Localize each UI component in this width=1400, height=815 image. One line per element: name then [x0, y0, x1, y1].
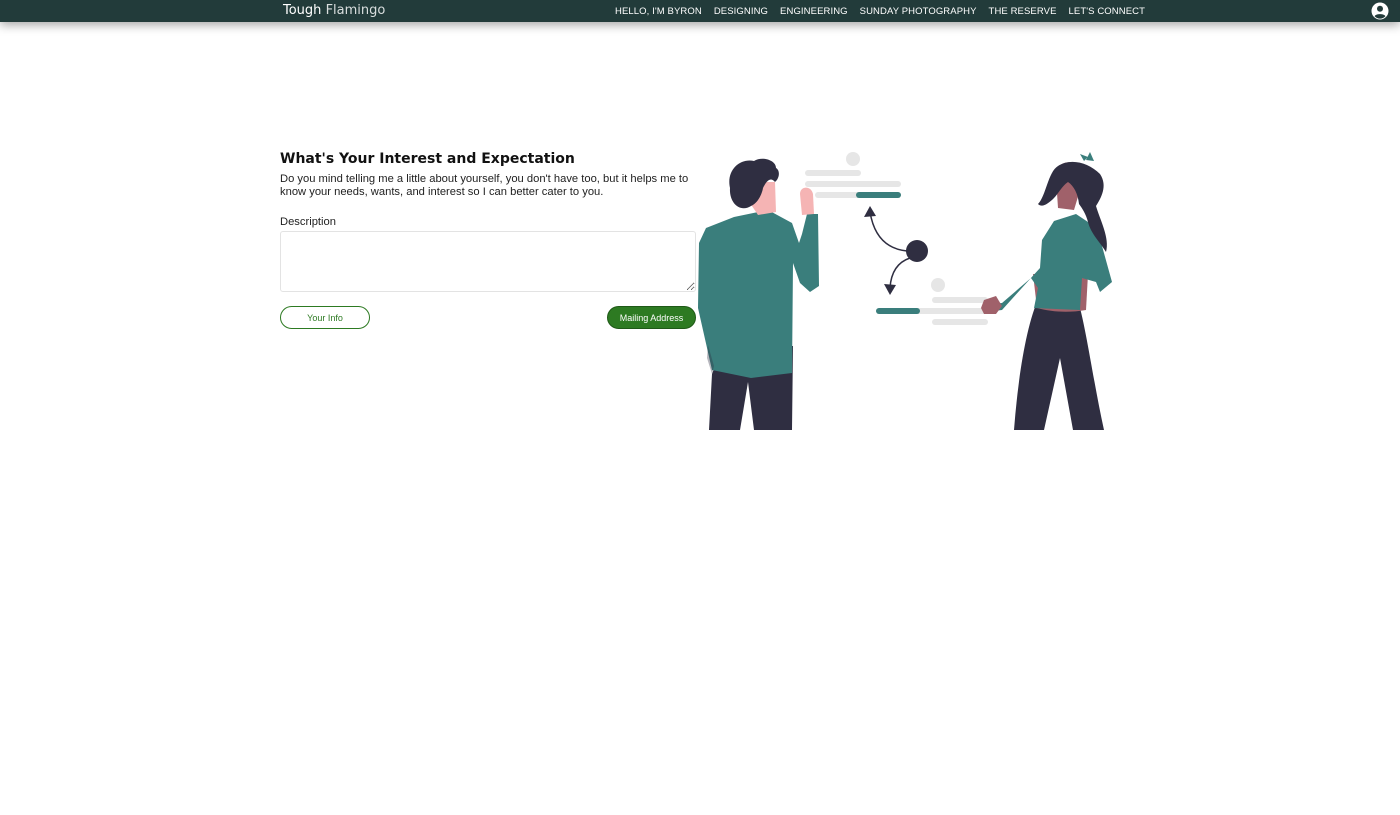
description-label: Description [280, 216, 336, 228]
mailing-address-button[interactable]: Mailing Address [607, 306, 696, 329]
top-card-graphic [805, 152, 901, 198]
nav-item-the-reserve[interactable]: THE RESERVE [989, 6, 1057, 17]
top-navbar: Tough Flamingo HELLO, I'M BYRON DESIGNIN… [0, 0, 1400, 22]
nav-item-designing[interactable]: DESIGNING [714, 6, 768, 17]
swap-arrows-graphic [864, 206, 928, 295]
form-buttons: Your Info Mailing Address [280, 306, 696, 330]
account-circle-icon[interactable] [1371, 2, 1389, 20]
brand-logo[interactable]: Tough Flamingo [283, 3, 385, 18]
main-nav: HELLO, I'M BYRON DESIGNING ENGINEERING S… [615, 0, 1145, 22]
your-info-button[interactable]: Your Info [280, 306, 370, 329]
brand-first-word: Tough [283, 3, 322, 18]
intro-text: Do you mind telling me a little about yo… [280, 173, 689, 198]
nav-item-lets-connect[interactable]: LET'S CONNECT [1069, 6, 1145, 17]
description-textarea[interactable] [280, 231, 696, 292]
interest-form: What's Your Interest and Expectation Do … [280, 151, 696, 330]
man-figure [698, 158, 819, 430]
woman-figure [981, 152, 1112, 430]
nav-item-hello[interactable]: HELLO, I'M BYRON [615, 6, 702, 17]
two-people-collaborating-illustration [698, 152, 1112, 430]
brand-second-word: Flamingo [325, 3, 386, 18]
nav-item-engineering[interactable]: ENGINEERING [780, 6, 848, 17]
page-title: What's Your Interest and Expectation [280, 151, 575, 167]
nav-item-sunday-photography[interactable]: SUNDAY PHOTOGRAPHY [860, 6, 977, 17]
